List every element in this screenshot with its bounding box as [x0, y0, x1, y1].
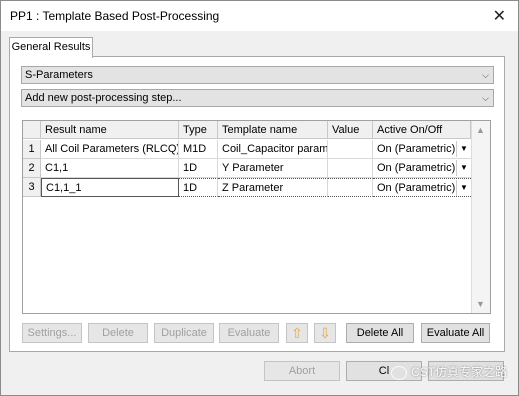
chevron-down-icon: ⌵ [482, 70, 489, 80]
column-header-result-name[interactable]: Result name [41, 121, 179, 139]
cell-type[interactable]: 1D [179, 159, 218, 178]
cell-value[interactable] [328, 140, 373, 159]
cell-template-name[interactable]: Coil_Capacitor paramet [218, 140, 328, 159]
evaluate-button[interactable]: Evaluate [219, 323, 279, 343]
title-bar: PP1 : Template Based Post-Processing ✕ [1, 1, 518, 31]
column-header-active[interactable]: Active On/Off [373, 121, 471, 139]
dropdown-arrow-icon[interactable]: ▼ [456, 141, 471, 157]
corner-header [23, 121, 41, 139]
delete-all-button[interactable]: Delete All [346, 323, 414, 343]
dropdown-arrow-icon[interactable]: ▼ [456, 160, 471, 176]
tab-general-results[interactable]: General Results [9, 37, 93, 58]
cell-active-select[interactable]: On (Parametric) ▼ [373, 140, 471, 159]
abort-button[interactable]: Abort [264, 361, 340, 381]
cell-active-select[interactable]: On (Parametric) ▼ [373, 178, 471, 197]
column-header-template-name[interactable]: Template name [218, 121, 328, 139]
row-number[interactable]: 3 [23, 178, 41, 197]
cell-result-name[interactable]: C1,1_1 [41, 178, 179, 197]
column-header-type[interactable]: Type [179, 121, 218, 139]
watermark-text: CST仿真专家之路 [411, 365, 508, 379]
cell-type[interactable]: 1D [179, 178, 218, 197]
cell-value[interactable] [328, 159, 373, 178]
result-type-value: S-Parameters [25, 69, 93, 81]
row-number[interactable]: 2 [23, 159, 41, 178]
dialog-window: PP1 : Template Based Post-Processing ✕ G… [0, 0, 519, 396]
active-value: On (Parametric) [377, 162, 456, 174]
postprocessing-step-value: Add new post-processing step... [25, 92, 182, 104]
wechat-icon [391, 365, 407, 380]
chevron-down-icon: ⌵ [482, 93, 489, 103]
cell-result-name[interactable]: All Coil Parameters (RLCQ) [41, 140, 179, 159]
active-value: On (Parametric) [377, 143, 456, 155]
evaluate-all-button[interactable]: Evaluate All [421, 323, 490, 343]
scroll-down-icon[interactable]: ▼ [476, 299, 485, 309]
arrow-up-icon: ⇧ [291, 325, 303, 341]
move-down-button[interactable]: ⇩ [314, 323, 336, 343]
scroll-up-icon[interactable]: ▲ [476, 125, 485, 135]
cell-template-name[interactable]: Z Parameter [218, 178, 328, 197]
window-title: PP1 : Template Based Post-Processing [10, 9, 220, 23]
cell-template-name[interactable]: Y Parameter [218, 159, 328, 178]
watermark: CST仿真专家之路 [391, 363, 507, 380]
row-number[interactable]: 1 [23, 140, 41, 159]
results-table: Result name Type Template name Value Act… [22, 120, 491, 314]
active-value: On (Parametric) [377, 182, 456, 194]
result-type-select[interactable]: S-Parameters ⌵ [21, 66, 494, 84]
dropdown-arrow-icon[interactable]: ▼ [456, 180, 471, 196]
cell-value[interactable] [328, 178, 373, 197]
cell-result-name[interactable]: C1,1 [41, 159, 179, 178]
vertical-scrollbar[interactable]: ▲ ▼ [471, 121, 490, 313]
duplicate-button[interactable]: Duplicate [154, 323, 214, 343]
delete-button[interactable]: Delete [88, 323, 148, 343]
move-up-button[interactable]: ⇧ [286, 323, 308, 343]
arrow-down-icon: ⇩ [319, 325, 331, 341]
settings-button[interactable]: Settings... [22, 323, 82, 343]
postprocessing-step-select[interactable]: Add new post-processing step... ⌵ [21, 89, 494, 107]
cell-active-select[interactable]: On (Parametric) ▼ [373, 159, 471, 178]
cell-type[interactable]: M1D [179, 140, 218, 159]
close-icon[interactable]: ✕ [493, 6, 506, 26]
column-header-value[interactable]: Value [328, 121, 373, 139]
